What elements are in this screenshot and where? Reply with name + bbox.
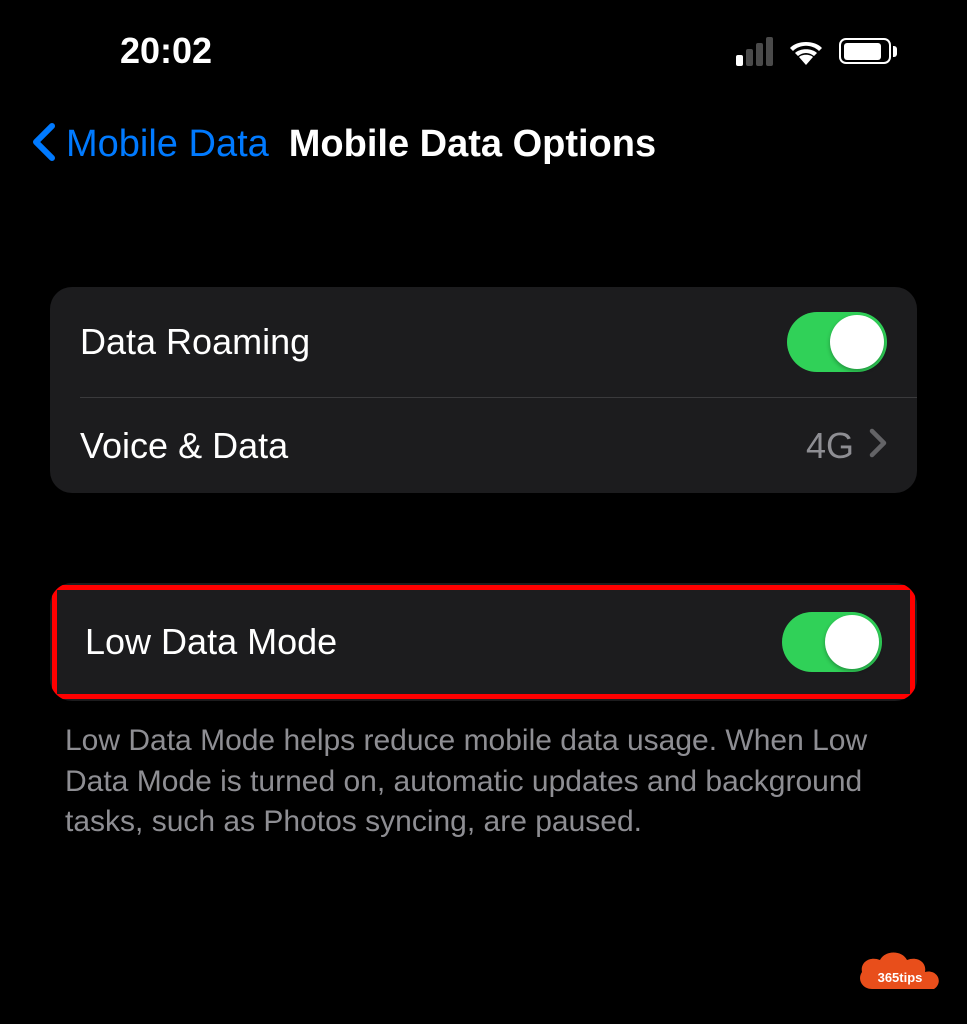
data-roaming-row: Data Roaming	[50, 287, 917, 397]
battery-icon	[839, 38, 897, 64]
svg-text:365tips: 365tips	[878, 970, 923, 985]
chevron-right-icon	[869, 428, 887, 463]
wifi-icon	[787, 37, 825, 65]
low-data-description: Low Data Mode helps reduce mobile data u…	[65, 721, 902, 843]
page-title: Mobile Data Options	[289, 123, 656, 166]
settings-group-1: Data Roaming Voice & Data 4G	[50, 287, 917, 493]
nav-header: Mobile Data Mobile Data Options	[0, 102, 967, 207]
back-button-label[interactable]: Mobile Data	[66, 123, 269, 166]
data-roaming-toggle[interactable]	[787, 312, 887, 372]
status-icons	[736, 37, 897, 66]
low-data-mode-row: Low Data Mode	[52, 585, 915, 699]
status-time: 20:02	[120, 30, 212, 72]
low-data-mode-label: Low Data Mode	[85, 621, 337, 663]
data-roaming-label: Data Roaming	[80, 321, 310, 363]
voice-data-value: 4G	[806, 425, 854, 467]
voice-data-row[interactable]: Voice & Data 4G	[50, 398, 917, 493]
back-chevron-icon[interactable]	[30, 122, 56, 167]
watermark-badge: 365tips	[852, 944, 947, 1004]
cell-signal-icon	[736, 37, 773, 66]
low-data-mode-toggle[interactable]	[782, 612, 882, 672]
voice-data-label: Voice & Data	[80, 425, 288, 467]
settings-group-2: Low Data Mode	[50, 583, 917, 701]
status-bar: 20:02	[0, 0, 967, 102]
